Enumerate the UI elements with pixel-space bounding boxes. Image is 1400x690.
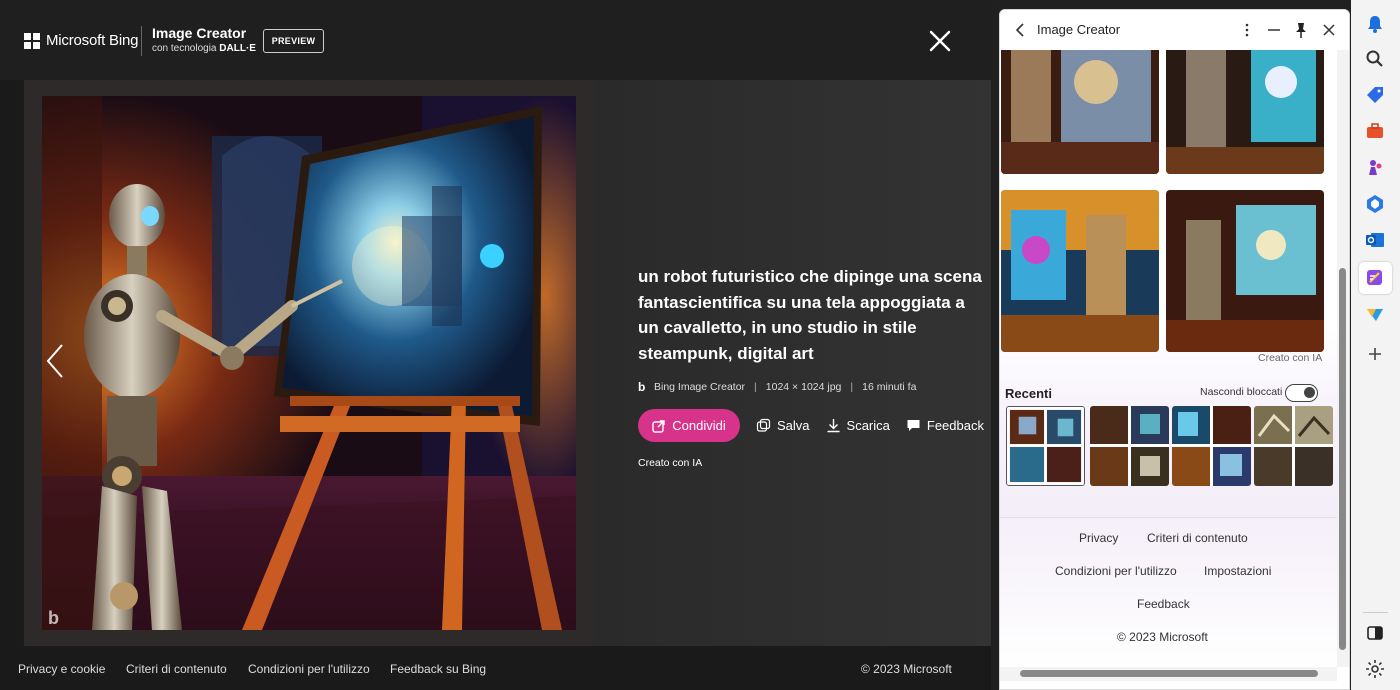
gear-icon[interactable] (1364, 658, 1386, 680)
recent-heading: Recenti (1005, 386, 1052, 401)
sidebar-ai-created-label: Creato con IA (1258, 352, 1323, 364)
outlook-icon[interactable] (1364, 229, 1386, 251)
image-metadata: b Bing Image Creator | 1024 × 1024 jpg |… (638, 380, 916, 394)
result-thumbnail[interactable] (1166, 190, 1324, 352)
minimize-icon[interactable] (1264, 20, 1284, 40)
image-viewer: Microsoft Bing Image Creator con tecnolo… (0, 0, 991, 690)
preview-badge: PREVIEW (263, 29, 324, 53)
rail-divider (1363, 612, 1388, 613)
header-divider (141, 26, 142, 56)
meta-separator: | (850, 381, 854, 393)
meta-time: 16 minuti fa (862, 381, 917, 393)
toolbox-icon[interactable] (1364, 120, 1386, 142)
recent-group[interactable] (1006, 406, 1085, 486)
result-thumbnail[interactable] (1166, 50, 1324, 174)
save-label: Salva (777, 418, 810, 433)
footer-feedback-link[interactable]: Feedback su Bing (390, 662, 486, 676)
sidebar-feedback-link[interactable]: Feedback (1137, 597, 1190, 611)
hide-blocked-toggle[interactable] (1285, 384, 1318, 402)
footer-content-policy-link[interactable]: Criteri di contenuto (126, 662, 227, 676)
sidebar-header: Image Creator (1000, 10, 1349, 50)
feedback-icon (907, 420, 920, 431)
image-prompt: un robot futuristico che dipinge una sce… (638, 267, 982, 363)
sidebar-copyright: © 2023 Microsoft (1117, 630, 1208, 644)
svg-text:b: b (48, 608, 59, 628)
recent-group[interactable] (1254, 406, 1333, 486)
pin-icon[interactable] (1291, 20, 1311, 40)
image-actions: Condividi Salva Scarica Feedback (638, 409, 984, 442)
sidebar-title: Image Creator (1037, 22, 1121, 37)
bell-icon[interactable] (1364, 13, 1386, 35)
viewer-header: Microsoft Bing Image Creator con tecnolo… (0, 0, 991, 80)
hide-blocked-label: Nascondi bloccati (1200, 386, 1283, 398)
sidebar-toggle-icon[interactable] (1364, 622, 1386, 644)
sidebar-settings-link[interactable]: Impostazioni (1204, 564, 1271, 578)
meta-size: 1024 × 1024 jpg (765, 381, 842, 393)
close-icon[interactable] (926, 27, 954, 55)
generated-image[interactable]: b (42, 96, 576, 630)
sidebar-privacy-link[interactable]: Privacy (1079, 531, 1118, 545)
bing-icon: b (638, 380, 646, 394)
tag-icon[interactable] (1364, 84, 1386, 106)
product-subtitle: con tecnologia DALL·E (152, 43, 256, 54)
more-options-icon[interactable] (1237, 20, 1257, 40)
drop-icon[interactable] (1364, 303, 1386, 325)
meta-source: Bing Image Creator (654, 381, 746, 393)
horizontal-scrollbar[interactable] (1000, 667, 1337, 681)
share-icon (652, 419, 665, 433)
brand-name[interactable]: Microsoft Bing (46, 32, 138, 49)
recent-group[interactable] (1090, 406, 1169, 486)
vertical-scrollbar[interactable] (1337, 50, 1349, 667)
footer-privacy-link[interactable]: Privacy e cookie (18, 662, 105, 676)
image-creator-icon[interactable] (1364, 267, 1386, 289)
edge-sidebar-rail (1351, 0, 1400, 690)
result-thumbnail[interactable] (1001, 50, 1159, 174)
office-icon[interactable] (1364, 193, 1386, 215)
back-icon[interactable] (1014, 22, 1026, 38)
footer-terms-link[interactable]: Condizioni per l'utilizzo (248, 662, 370, 676)
download-label: Scarica (846, 418, 890, 433)
download-button[interactable]: Scarica (826, 418, 890, 433)
sidebar-content: Creato con IA Recenti Nascondi bloccati … (1000, 50, 1337, 667)
product-title[interactable]: Image Creator (152, 25, 246, 41)
save-button[interactable]: Salva (756, 418, 810, 433)
image-creator-sidebar: Image Creator Creato con IA Recenti Nasc… (999, 9, 1350, 690)
share-button[interactable]: Condividi (638, 409, 740, 442)
viewer-footer: Privacy e cookie Criteri di contenuto Co… (0, 646, 991, 690)
microsoft-logo-icon[interactable] (24, 33, 40, 49)
ai-created-label: Creato con IA (638, 457, 703, 469)
subtitle-prefix: con tecnologia (152, 43, 217, 54)
sidebar-terms-link[interactable]: Condizioni per l'utilizzo (1055, 564, 1177, 578)
sidebar-content-policy-link[interactable]: Criteri di contenuto (1147, 531, 1248, 545)
search-icon[interactable] (1364, 48, 1386, 70)
add-icon[interactable] (1364, 343, 1386, 365)
meta-separator: | (754, 381, 757, 393)
feedback-button[interactable]: Feedback (906, 418, 984, 433)
subtitle-dalle: DALL·E (219, 43, 256, 54)
previous-image-icon[interactable] (44, 342, 66, 380)
recent-group[interactable] (1172, 406, 1251, 486)
close-icon[interactable] (1319, 20, 1339, 40)
feedback-label: Feedback (926, 418, 984, 433)
download-icon (827, 419, 840, 433)
footer-copyright: © 2023 Microsoft (861, 662, 952, 676)
collection-icon (756, 418, 771, 432)
result-thumbnail[interactable] (1001, 190, 1159, 352)
chess-icon[interactable] (1364, 157, 1386, 179)
share-label: Condividi (672, 418, 726, 433)
sidebar-divider (1000, 517, 1337, 518)
